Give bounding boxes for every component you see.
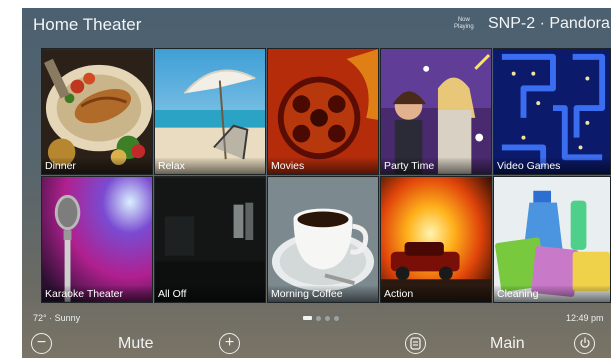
volume-up-button[interactable]: +	[219, 333, 240, 354]
scene-label: Movies	[268, 158, 378, 174]
minus-icon: −	[36, 334, 47, 351]
dark-room-image	[155, 177, 265, 302]
page-indicator[interactable]	[303, 316, 339, 321]
bottom-bar: − Mute + Main	[22, 330, 611, 358]
page-title: Home Theater	[33, 15, 142, 34]
status-bar: 72° · Sunny 12:49 pm	[22, 311, 611, 325]
scene-label: Morning Coffee	[268, 286, 378, 302]
explosion-image	[381, 177, 491, 302]
power-icon	[579, 337, 590, 348]
scene-label: Karaoke Theater	[42, 286, 152, 302]
main-button[interactable]: Main	[490, 335, 525, 353]
scene-tile-action[interactable]: Action	[380, 176, 492, 303]
scene-tile-video-games[interactable]: Video Games	[493, 48, 611, 175]
now-playing-source[interactable]: SNP-2 · Pandora	[488, 15, 610, 33]
now-playing-label: Now Playing	[454, 17, 474, 30]
coffee-cup-image	[268, 177, 378, 302]
party-image	[381, 49, 491, 174]
scene-label: All Off	[155, 286, 265, 302]
karaoke-microphone-image	[42, 177, 152, 302]
scene-tile-party-time[interactable]: Party Time	[380, 48, 492, 175]
power-button[interactable]	[574, 333, 595, 354]
scene-tile-karaoke-theater[interactable]: Karaoke Theater	[41, 176, 153, 303]
scene-label: Cleaning	[494, 286, 610, 302]
scene-tile-relax[interactable]: Relax	[154, 48, 266, 175]
clock: 12:49 pm	[566, 313, 604, 323]
scene-tile-movies[interactable]: Movies	[267, 48, 379, 175]
scene-grid: Dinner Relax Movies Party Time Video Gam…	[41, 48, 611, 303]
scene-tile-dinner[interactable]: Dinner	[41, 48, 153, 175]
weather-status: 72° · Sunny	[33, 313, 81, 323]
touch-panel-screen: Home Theater Now Playing SNP-2 · Pandora	[22, 8, 611, 358]
scene-label: Relax	[155, 158, 265, 174]
film-reel-image	[268, 49, 378, 174]
scene-label: Party Time	[381, 158, 491, 174]
page-dot[interactable]	[316, 316, 321, 321]
scene-label: Video Games	[494, 158, 610, 174]
scene-label: Dinner	[42, 158, 152, 174]
mute-button[interactable]: Mute	[118, 335, 154, 353]
scene-tile-morning-coffee[interactable]: Morning Coffee	[267, 176, 379, 303]
page-dot[interactable]	[334, 316, 339, 321]
page-dot-active[interactable]	[303, 316, 312, 320]
page-dot[interactable]	[325, 316, 330, 321]
volume-down-button[interactable]: −	[31, 333, 52, 354]
scene-tile-all-off[interactable]: All Off	[154, 176, 266, 303]
scene-tile-cleaning[interactable]: Cleaning	[493, 176, 611, 303]
scene-label: Action	[381, 286, 491, 302]
top-bar: Home Theater Now Playing SNP-2 · Pandora	[22, 8, 611, 42]
video-game-image	[494, 49, 610, 174]
remote-icon	[410, 337, 421, 350]
remote-control-button[interactable]	[405, 333, 426, 354]
plus-icon: +	[224, 334, 235, 351]
cleaning-supplies-image	[494, 177, 610, 302]
dinner-image	[42, 49, 152, 174]
beach-image	[155, 49, 265, 174]
